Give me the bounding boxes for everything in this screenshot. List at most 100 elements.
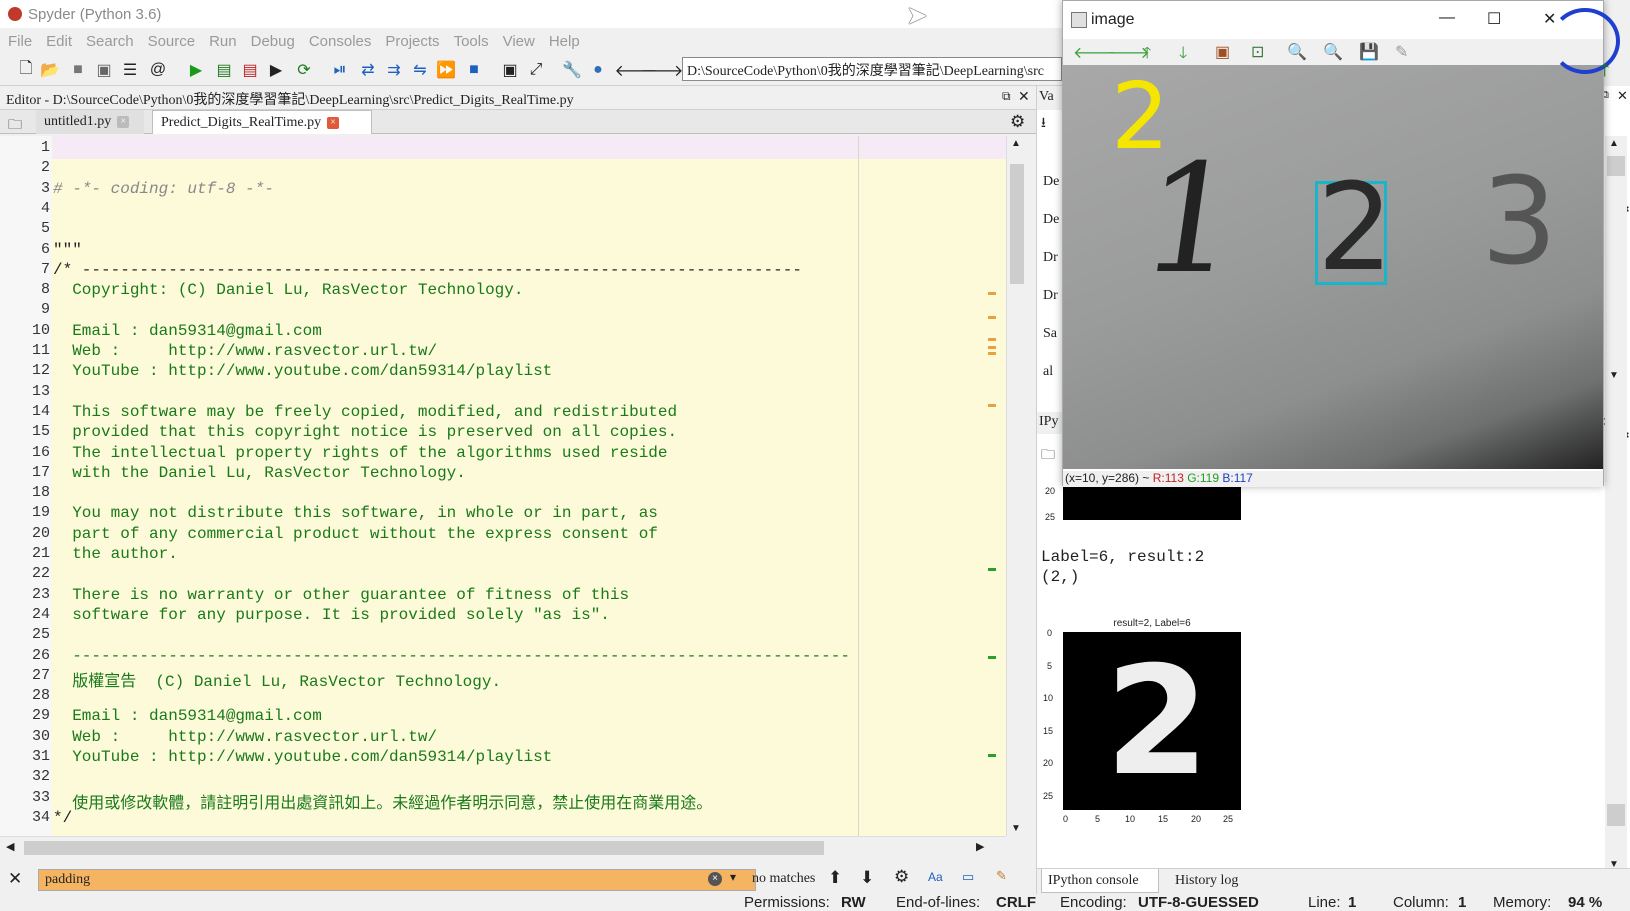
save-icon[interactable]: ■ xyxy=(68,60,88,80)
warning-marker xyxy=(988,338,996,341)
continue-icon[interactable]: ⏩ xyxy=(436,60,456,80)
browse-tabs-icon[interactable]: 🗀 xyxy=(1041,444,1055,468)
zoom-out-icon[interactable]: 🔍 xyxy=(1323,42,1343,62)
step-return-icon[interactable]: ⇋ xyxy=(410,60,430,80)
tab-history-log[interactable]: History log xyxy=(1169,869,1244,893)
step-into-icon[interactable]: ⇉ xyxy=(384,60,404,80)
list-icon[interactable]: ☰ xyxy=(120,60,140,80)
chevron-down-icon[interactable]: ▼ xyxy=(1609,370,1619,381)
browse-tabs-icon[interactable]: 🗀 xyxy=(8,114,22,138)
close-tab-icon[interactable]: × xyxy=(327,116,340,129)
menu-file[interactable]: File xyxy=(8,33,32,50)
debug-icon[interactable]: ⏯ xyxy=(330,60,350,80)
zoom-fit-icon[interactable]: ⊡ xyxy=(1251,42,1264,62)
new-file-icon[interactable]: 🗋 xyxy=(16,60,36,80)
close-pane-icon[interactable]: ✕ xyxy=(1617,88,1628,104)
menu-debug[interactable]: Debug xyxy=(251,33,295,50)
step-icon[interactable]: ⇄ xyxy=(358,60,378,80)
preferences-icon[interactable]: 🔧 xyxy=(562,60,582,80)
console-scrollbar[interactable]: ▲ ▼ xyxy=(1605,456,1627,872)
handwritten-digit: 3 xyxy=(1481,153,1558,292)
scroll-thumb[interactable] xyxy=(1010,164,1024,284)
camera-frame: 2 1 2 3 xyxy=(1063,65,1603,469)
line-number: 19 xyxy=(31,504,50,522)
clear-search-icon[interactable]: × xyxy=(708,872,722,886)
code-line: */ xyxy=(53,808,73,827)
python-path-icon[interactable]: ● xyxy=(588,60,608,80)
close-tab-icon[interactable]: × xyxy=(117,116,130,128)
import-data-icon[interactable]: ⭳ xyxy=(1041,112,1046,136)
maximize-icon[interactable]: ☐ xyxy=(1487,9,1501,29)
fullscreen-icon[interactable]: ⤢ xyxy=(526,60,546,80)
maximize-pane-icon[interactable]: ▣ xyxy=(500,60,520,80)
case-sensitive-toggle[interactable]: Aa xyxy=(928,870,943,884)
scroll-thumb[interactable] xyxy=(24,841,824,855)
run-cell-icon[interactable]: ▤ xyxy=(214,60,234,80)
menu-run[interactable]: Run xyxy=(209,33,237,50)
editor-vertical-scrollbar[interactable]: ▲ ▼ xyxy=(1006,136,1028,836)
line-number: 27 xyxy=(31,666,50,684)
close-pane-icon[interactable]: ✕ xyxy=(1018,88,1030,105)
code-line: provided that this copyright notice is p… xyxy=(53,423,678,442)
find-previous-icon[interactable]: ⬆ xyxy=(828,868,842,888)
tab-ipython-console[interactable]: IPython console xyxy=(1041,869,1159,893)
chevron-up-icon[interactable]: ▲ xyxy=(1609,138,1619,149)
highlight-toggle[interactable]: ✎ xyxy=(996,868,1007,884)
undock-icon[interactable]: ⧉ xyxy=(1002,89,1011,104)
find-next-icon[interactable]: ⬇ xyxy=(860,868,874,888)
menu-consoles[interactable]: Consoles xyxy=(309,33,372,50)
chevron-left-icon[interactable]: ◀ xyxy=(6,840,14,853)
line-number: 14 xyxy=(31,402,50,420)
gear-icon[interactable]: ⚙ xyxy=(1010,112,1025,132)
tab-predict-digits[interactable]: Predict_Digits_RealTime.py × xyxy=(152,110,372,134)
find-input[interactable]: padding xyxy=(38,869,756,891)
up-arrow-icon[interactable]: 🡑 xyxy=(1600,58,1609,88)
open-file-icon[interactable]: 📂 xyxy=(40,60,60,80)
picture-icon[interactable]: ▣ xyxy=(1215,42,1230,62)
run-cell-advance-icon[interactable]: ▤ xyxy=(240,60,260,80)
run-icon[interactable]: ▶ xyxy=(186,60,206,80)
menu-search[interactable]: Search xyxy=(86,33,134,50)
properties-icon[interactable]: ✎ xyxy=(1395,42,1408,62)
editor-horizontal-scrollbar[interactable]: ◀ ▶ xyxy=(0,836,1006,858)
scroll-thumb[interactable] xyxy=(1607,804,1625,826)
find-options-gear-icon[interactable]: ⚙ xyxy=(894,867,909,887)
change-marker xyxy=(988,568,996,571)
menu-tools[interactable]: Tools xyxy=(454,33,489,50)
menu-view[interactable]: View xyxy=(503,33,535,50)
variable-row[interactable]: De xyxy=(1043,174,1059,190)
save-image-icon[interactable]: 💾 xyxy=(1359,42,1379,62)
chevron-right-icon[interactable]: ▶ xyxy=(976,840,984,853)
stop-debug-icon[interactable]: ■ xyxy=(464,60,484,80)
at-icon[interactable]: @ xyxy=(148,60,168,80)
zoom-in-icon[interactable]: 🔍 xyxy=(1287,42,1307,62)
run-selection-icon[interactable]: ▶ xyxy=(266,60,286,80)
rerun-icon[interactable]: ⟳ xyxy=(294,60,314,80)
variable-row[interactable]: Dr xyxy=(1043,250,1058,266)
forward-arrow-icon[interactable]: 🡒 xyxy=(641,60,684,80)
save-all-icon[interactable]: ▣ xyxy=(94,60,114,80)
scroll-thumb[interactable] xyxy=(1607,156,1625,176)
close-find-icon[interactable]: ✕ xyxy=(8,869,22,889)
chevron-down-icon[interactable]: ▼ xyxy=(1011,823,1021,834)
line-number: 24 xyxy=(31,605,50,623)
menu-projects[interactable]: Projects xyxy=(385,33,439,50)
line-number: 28 xyxy=(31,687,50,705)
minimize-icon[interactable]: — xyxy=(1439,9,1455,27)
tab-untitled1[interactable]: untitled1.py × xyxy=(36,110,144,134)
chevron-up-icon[interactable]: ▲ xyxy=(1011,138,1021,149)
menu-edit[interactable]: Edit xyxy=(46,33,72,50)
working-directory-field[interactable]: D:\SourceCode\Python\0我的深度學習筆記\DeepLearn… xyxy=(682,57,1062,81)
bottom-tab-bar: IPython console History log xyxy=(1037,868,1630,894)
variable-row[interactable]: De xyxy=(1043,212,1059,228)
menu-help[interactable]: Help xyxy=(549,33,580,50)
variable-scrollbar[interactable]: ▲ ▼ xyxy=(1605,136,1627,466)
search-history-dropdown[interactable]: ▾ xyxy=(730,870,736,884)
variable-row[interactable]: Dr xyxy=(1043,288,1058,304)
whole-word-toggle[interactable]: ▭ xyxy=(962,869,974,885)
variable-row[interactable]: al xyxy=(1043,364,1053,380)
y-tick: 25 xyxy=(1043,791,1054,801)
menu-source[interactable]: Source xyxy=(148,33,196,50)
variable-row[interactable]: Sa xyxy=(1043,326,1057,342)
line-number: 11 xyxy=(31,342,50,359)
